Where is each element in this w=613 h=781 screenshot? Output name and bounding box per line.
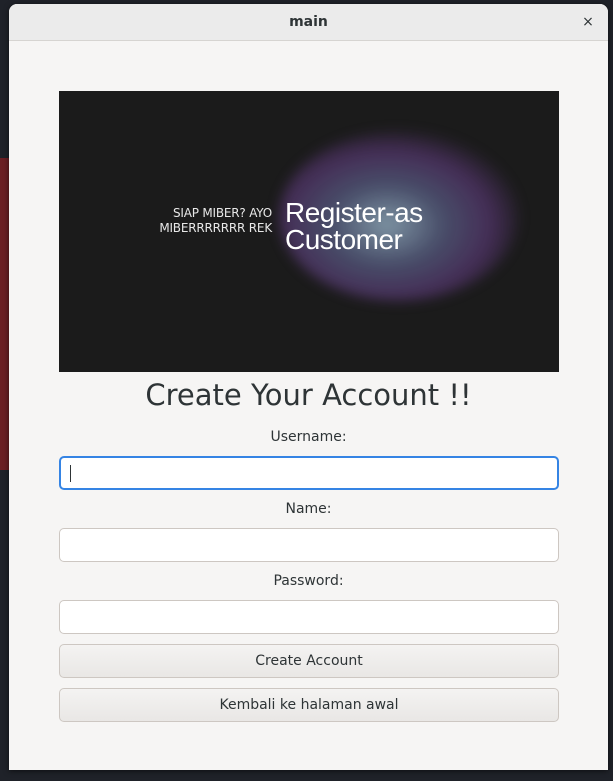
username-input[interactable] xyxy=(59,456,559,490)
close-button[interactable]: × xyxy=(578,12,598,32)
page-title: Create Your Account !! xyxy=(145,378,472,412)
back-to-home-button[interactable]: Kembali ke halaman awal xyxy=(59,688,559,722)
username-label: Username: xyxy=(270,429,347,445)
banner-tagline: SIAP MIBER? AYO MIBERRRRRRR REK xyxy=(159,206,272,235)
window-title: main xyxy=(289,14,328,30)
text-caret xyxy=(70,465,71,482)
password-input[interactable] xyxy=(59,600,559,634)
password-label: Password: xyxy=(273,573,344,589)
name-label: Name: xyxy=(285,501,332,517)
banner-headline: Register-as Customer xyxy=(285,197,423,255)
name-input[interactable] xyxy=(59,528,559,562)
title-bar: main × xyxy=(9,4,608,41)
register-banner-image: SIAP MIBER? AYO MIBERRRRRRR REK Register… xyxy=(59,91,559,372)
close-icon: × xyxy=(582,14,594,30)
create-account-button[interactable]: Create Account xyxy=(59,644,559,678)
main-window: main × SIAP MIBER? AYO MIBERRRRRRR REK R… xyxy=(9,4,608,770)
